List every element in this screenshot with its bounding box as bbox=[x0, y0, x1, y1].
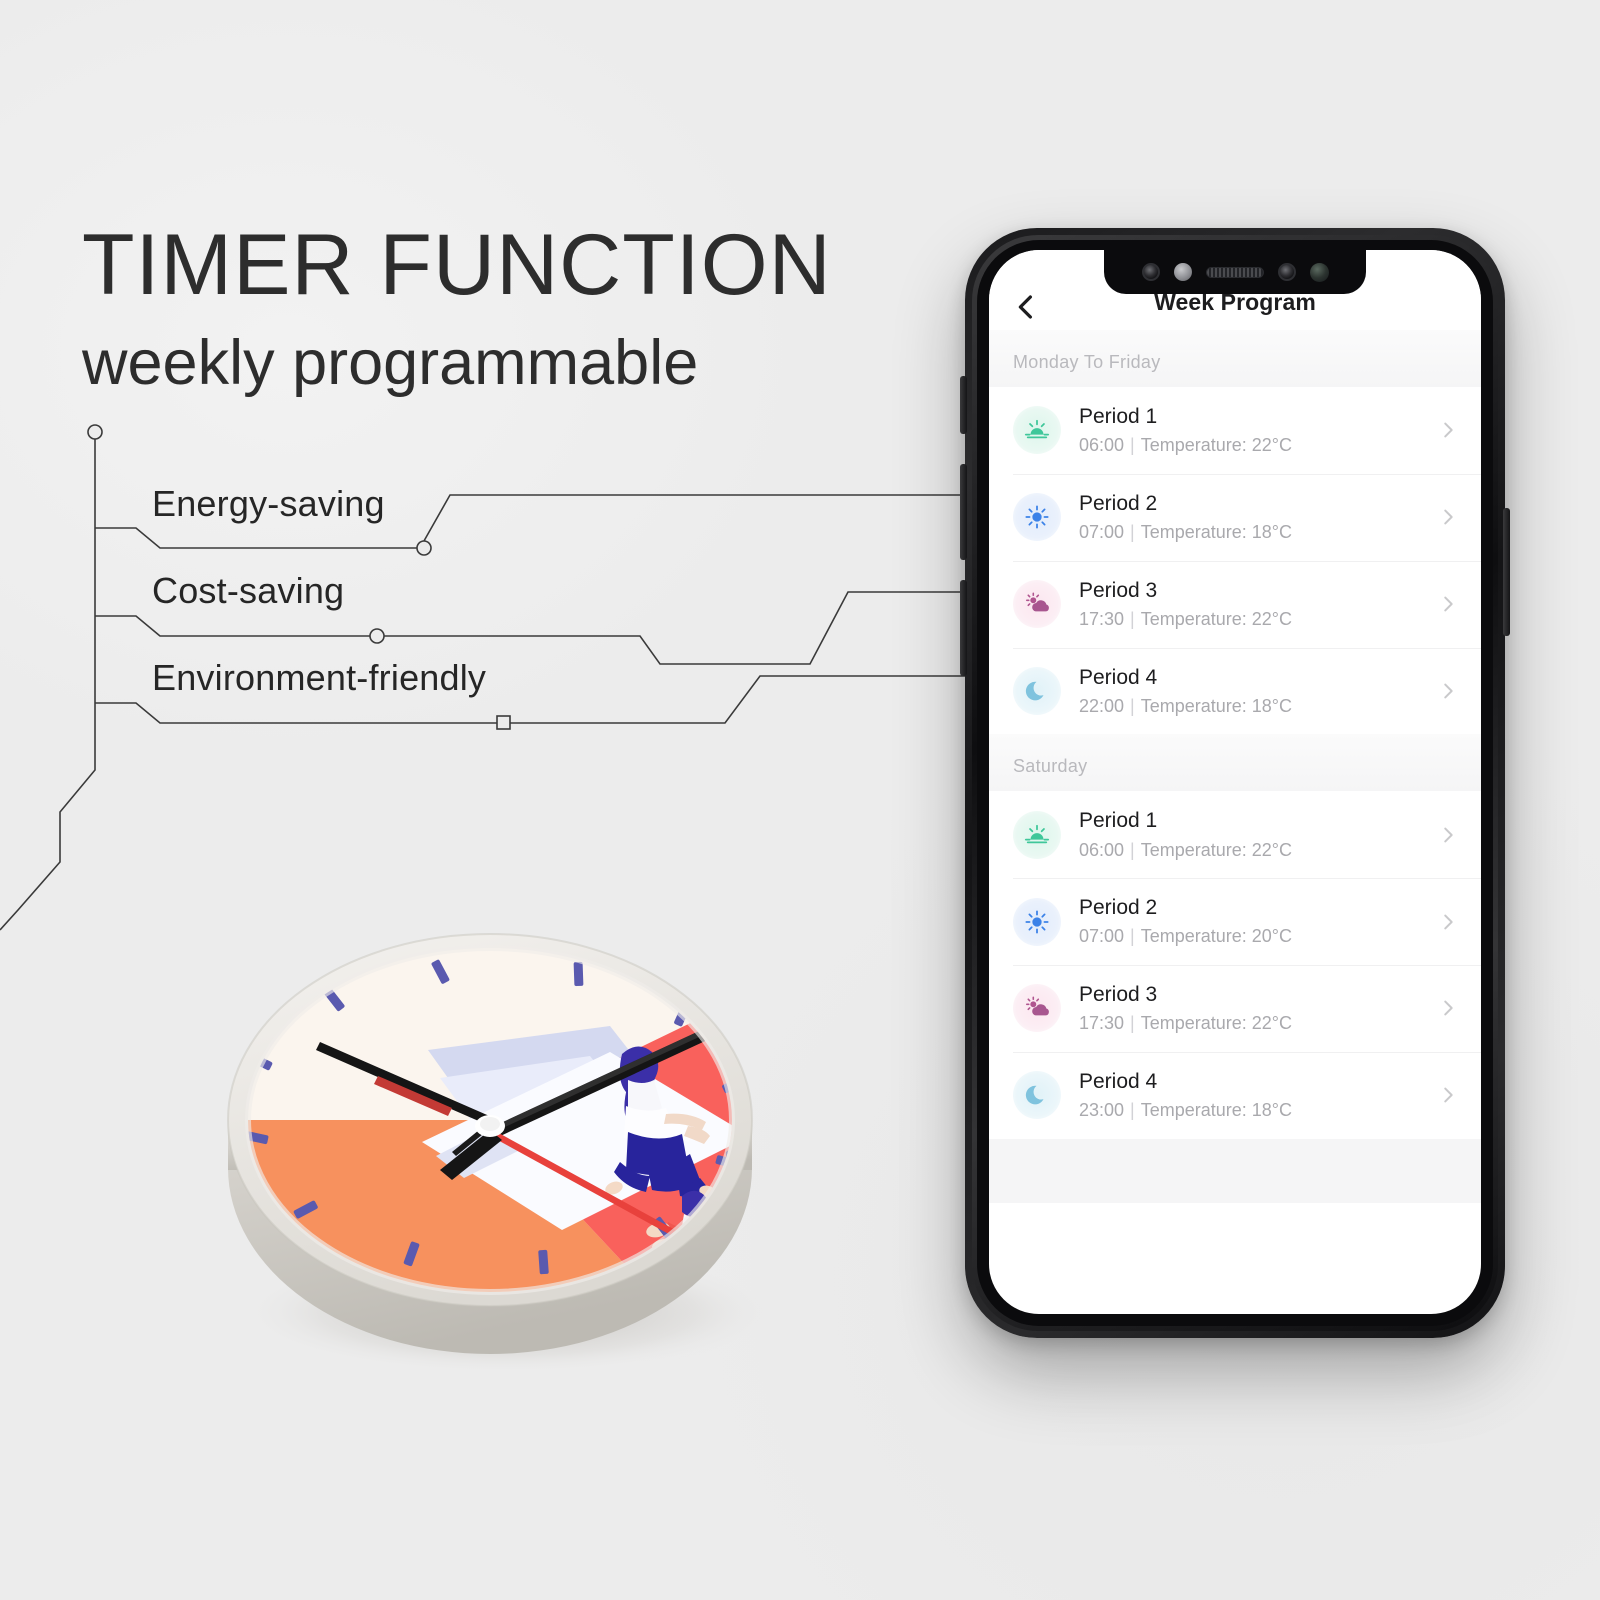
detail-separator: | bbox=[1130, 926, 1135, 947]
chevron-right-icon[interactable] bbox=[1437, 593, 1459, 615]
period-detail: 07:00 | Temperature: 18°C bbox=[1079, 522, 1437, 544]
phone-screen: Week Program Monday To Friday Period 1 0… bbox=[989, 250, 1481, 1314]
moon-icon bbox=[1013, 1071, 1061, 1120]
period-time: 17:30 bbox=[1079, 1013, 1125, 1034]
smartphone-device: Week Program Monday To Friday Period 1 0… bbox=[960, 228, 1510, 1338]
sunrise-icon bbox=[1013, 810, 1061, 859]
period-temperature: Temperature: 22°C bbox=[1140, 608, 1293, 629]
period-time: 07:00 bbox=[1079, 522, 1125, 543]
feature-label-environment-friendly: Environment-friendly bbox=[152, 657, 487, 698]
list-item-text: Period 2 07:00 | Temperature: 20°C bbox=[1079, 895, 1437, 948]
period-detail: 06:00 | Temperature: 22°C bbox=[1079, 435, 1437, 457]
chevron-right-icon[interactable] bbox=[1437, 680, 1459, 702]
section-header-saturday: Saturday bbox=[989, 734, 1481, 792]
period-time: 06:00 bbox=[1079, 839, 1125, 860]
list-item-text: Period 1 06:00 | Temperature: 22°C bbox=[1079, 404, 1437, 457]
period-temperature: Temperature: 22°C bbox=[1140, 435, 1293, 456]
list-item[interactable]: Period 3 17:30 | Temperature: 22°C bbox=[989, 560, 1481, 648]
period-title: Period 2 bbox=[1079, 491, 1158, 515]
detail-separator: | bbox=[1130, 608, 1135, 629]
period-time: 07:00 bbox=[1079, 926, 1125, 947]
chevron-right-icon[interactable] bbox=[1437, 506, 1459, 528]
node-marker-top bbox=[87, 424, 103, 440]
section-header-weekdays: Monday To Friday bbox=[989, 330, 1481, 387]
chevron-right-icon[interactable] bbox=[1437, 911, 1459, 933]
list-item[interactable]: Period 1 06:00 | Temperature: 22°C bbox=[989, 387, 1481, 474]
list-item[interactable]: Period 1 06:00 | Temperature: 22°C bbox=[989, 791, 1481, 879]
wall-clock-illustration bbox=[190, 930, 830, 1374]
phone-button-power[interactable] bbox=[1503, 508, 1510, 636]
period-time: 06:00 bbox=[1079, 435, 1125, 456]
period-temperature: Temperature: 18°C bbox=[1140, 1100, 1293, 1121]
chevron-right-icon[interactable] bbox=[1437, 824, 1459, 846]
period-title: Period 4 bbox=[1079, 1069, 1158, 1093]
list-item-text: Period 2 07:00 | Temperature: 18°C bbox=[1079, 491, 1437, 544]
period-title: Period 1 bbox=[1079, 405, 1158, 428]
list-item[interactable]: Period 3 17:30 | Temperature: 22°C bbox=[989, 965, 1481, 1052]
period-title: Period 3 bbox=[1079, 983, 1158, 1007]
phone-button-volume-up[interactable] bbox=[960, 464, 967, 560]
cloud-sun-icon bbox=[1013, 580, 1061, 629]
detail-separator: | bbox=[1130, 435, 1135, 456]
period-title: Period 1 bbox=[1079, 809, 1158, 833]
camera-icon bbox=[1141, 263, 1160, 281]
sensor-dot-icon bbox=[1173, 263, 1192, 281]
period-title: Period 3 bbox=[1079, 578, 1158, 602]
chevron-right-icon[interactable] bbox=[1437, 997, 1459, 1019]
feature-label-energy-saving: Energy-saving bbox=[152, 483, 385, 524]
period-detail: 06:00 | Temperature: 22°C bbox=[1079, 840, 1437, 862]
period-title: Period 2 bbox=[1079, 896, 1158, 920]
chevron-left-icon[interactable] bbox=[1011, 292, 1041, 322]
trunk-line bbox=[0, 432, 96, 931]
camera-icon bbox=[1277, 263, 1296, 281]
chevron-right-icon[interactable] bbox=[1437, 419, 1459, 441]
period-temperature: Temperature: 22°C bbox=[1140, 839, 1293, 860]
period-temperature: Temperature: 18°C bbox=[1140, 522, 1293, 543]
list-item[interactable]: Period 4 23:00 | Temperature: 18°C bbox=[989, 1051, 1481, 1139]
list-item[interactable]: Period 4 22:00 | Temperature: 18°C bbox=[989, 647, 1481, 735]
phone-button-silent[interactable] bbox=[960, 376, 967, 434]
node-marker-cost bbox=[369, 628, 385, 644]
detail-separator: | bbox=[1130, 522, 1135, 543]
list-item-text: Period 4 22:00 | Temperature: 18°C bbox=[1079, 665, 1437, 718]
period-time: 22:00 bbox=[1079, 695, 1125, 716]
moon-icon bbox=[1013, 666, 1061, 715]
sunrise-icon bbox=[1013, 406, 1061, 455]
list-item-text: Period 4 23:00 | Temperature: 18°C bbox=[1079, 1069, 1437, 1122]
list-item[interactable]: Period 2 07:00 | Temperature: 20°C bbox=[989, 878, 1481, 966]
phone-button-volume-down[interactable] bbox=[960, 580, 967, 676]
week-program-list: Monday To Friday Period 1 06:00 | Temperat… bbox=[989, 330, 1481, 1203]
node-marker-environment bbox=[496, 715, 511, 730]
period-detail: 07:00 | Temperature: 20°C bbox=[1079, 926, 1437, 948]
period-detail: 23:00 | Temperature: 18°C bbox=[1079, 1100, 1437, 1122]
list-item-text: Period 1 06:00 | Temperature: 22°C bbox=[1079, 808, 1437, 861]
period-time: 17:30 bbox=[1079, 608, 1125, 629]
period-detail: 17:30 | Temperature: 22°C bbox=[1079, 609, 1437, 631]
period-temperature: Temperature: 22°C bbox=[1140, 1013, 1293, 1034]
period-detail: 22:00 | Temperature: 18°C bbox=[1079, 696, 1437, 718]
period-temperature: Temperature: 18°C bbox=[1140, 695, 1293, 716]
speaker-grille-icon bbox=[1205, 266, 1264, 278]
phone-notch bbox=[1104, 250, 1366, 294]
period-time: 23:00 bbox=[1079, 1100, 1125, 1121]
detail-separator: | bbox=[1130, 839, 1135, 860]
cloud-sun-icon bbox=[1013, 984, 1061, 1033]
list-item-text: Period 3 17:30 | Temperature: 22°C bbox=[1079, 982, 1437, 1035]
period-temperature: Temperature: 20°C bbox=[1140, 926, 1293, 947]
list-item-text: Period 3 17:30 | Temperature: 22°C bbox=[1079, 578, 1437, 631]
node-marker-energy bbox=[416, 540, 432, 556]
chevron-right-icon[interactable] bbox=[1437, 1084, 1459, 1106]
feature-label-cost-saving: Cost-saving bbox=[152, 570, 345, 611]
period-detail: 17:30 | Temperature: 22°C bbox=[1079, 1013, 1437, 1035]
lens-icon bbox=[1309, 262, 1329, 282]
list-bottom-spacer bbox=[989, 1138, 1481, 1203]
detail-separator: | bbox=[1130, 1013, 1135, 1034]
detail-separator: | bbox=[1130, 695, 1135, 716]
list-item[interactable]: Period 2 07:00 | Temperature: 18°C bbox=[989, 473, 1481, 561]
sun-icon bbox=[1013, 493, 1061, 542]
period-title: Period 4 bbox=[1079, 665, 1158, 689]
detail-separator: | bbox=[1130, 1100, 1135, 1121]
sun-icon bbox=[1013, 897, 1061, 946]
